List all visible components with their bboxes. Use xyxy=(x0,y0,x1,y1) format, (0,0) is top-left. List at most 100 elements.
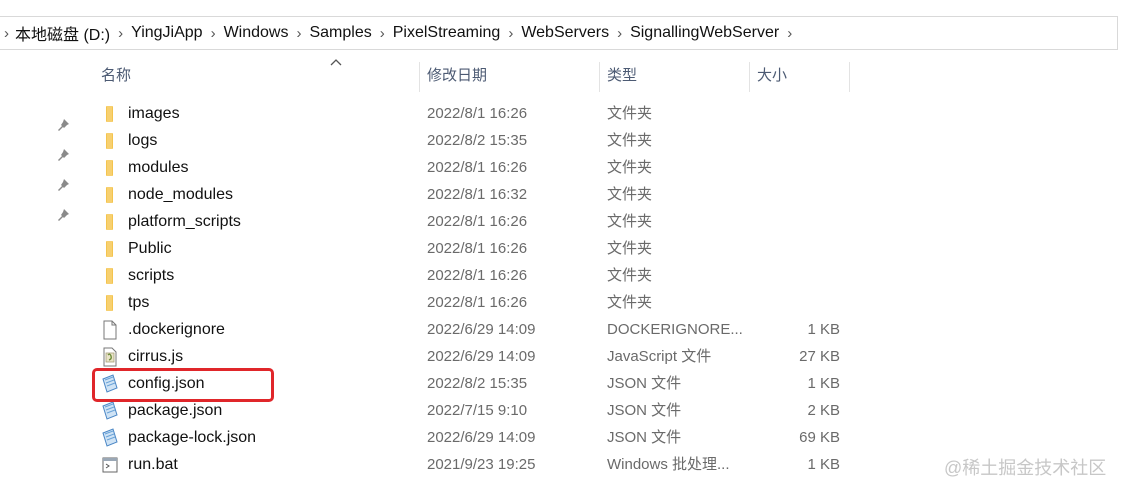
breadcrumb-samples[interactable]: Samples xyxy=(309,24,371,42)
file-name: Public xyxy=(128,240,172,257)
file-type: 文件夹 xyxy=(607,105,653,122)
file-row[interactable]: logs 2022/8/2 15:35 文件夹 xyxy=(80,127,880,154)
chevron-right-icon[interactable]: › xyxy=(118,25,123,42)
folder-icon xyxy=(100,239,120,259)
breadcrumb-drive[interactable]: 本地磁盘 (D:) xyxy=(15,21,110,45)
file-date-modified: 2022/8/1 16:26 xyxy=(427,105,528,122)
file-name: .dockerignore xyxy=(128,321,225,338)
batch-file-icon xyxy=(100,455,120,475)
blank-file-icon xyxy=(100,320,120,340)
file-row[interactable]: run.bat 2021/9/23 19:25 Windows 批处理... 1 KB xyxy=(80,451,880,478)
column-divider[interactable] xyxy=(749,62,750,92)
file-date-modified: 2022/8/2 15:35 xyxy=(427,132,528,149)
file-type: JSON 文件 xyxy=(607,375,682,392)
column-header-name[interactable]: 名称 xyxy=(101,58,131,94)
file-name: platform_scripts xyxy=(128,213,241,230)
file-date-modified: 2022/8/2 15:35 xyxy=(427,375,528,392)
address-bar[interactable]: › 本地磁盘 (D:) › YingJiApp › Windows › Samp… xyxy=(0,16,1118,50)
breadcrumb-webservers[interactable]: WebServers xyxy=(521,24,609,42)
chevron-right-icon[interactable]: › xyxy=(211,25,216,42)
file-name: scripts xyxy=(128,267,175,284)
column-divider[interactable] xyxy=(599,62,600,92)
file-row[interactable]: platform_scripts 2022/8/1 16:26 文件夹 xyxy=(80,208,880,235)
file-row[interactable]: .dockerignore 2022/6/29 14:09 DOCKERIGNORE… xyxy=(80,316,880,343)
folder-icon xyxy=(100,185,120,205)
file-name: images xyxy=(128,105,180,122)
file-type: 文件夹 xyxy=(607,186,653,203)
column-divider[interactable] xyxy=(419,62,420,92)
file-name: node_modules xyxy=(128,186,233,203)
file-date-modified: 2022/8/1 16:26 xyxy=(427,213,528,230)
file-name: cirrus.js xyxy=(128,348,184,365)
file-type: 文件夹 xyxy=(607,213,653,230)
folder-icon xyxy=(100,212,120,232)
file-row[interactable]: Public 2022/8/1 16:26 文件夹 xyxy=(80,235,880,262)
chevron-right-icon[interactable]: › xyxy=(787,25,792,42)
json-file-icon xyxy=(100,428,120,448)
column-divider[interactable] xyxy=(849,62,850,92)
file-date-modified: 2022/8/1 16:32 xyxy=(427,186,528,203)
file-size: 2 KB xyxy=(807,402,840,419)
folder-icon xyxy=(100,104,120,124)
chevron-right-icon[interactable]: › xyxy=(296,25,301,42)
pin-icon[interactable] xyxy=(56,208,70,222)
folder-icon xyxy=(100,293,120,313)
highlight-annotation xyxy=(92,368,274,402)
watermark: @稀土掘金技术社区 xyxy=(944,458,1107,478)
file-date-modified: 2022/8/1 16:26 xyxy=(427,267,528,284)
file-name: tps xyxy=(128,294,150,311)
sort-ascending-icon xyxy=(330,59,342,66)
file-row[interactable]: node_modules 2022/8/1 16:32 文件夹 xyxy=(80,181,880,208)
column-header-date[interactable]: 修改日期 xyxy=(427,58,487,94)
file-row[interactable]: images 2022/8/1 16:26 文件夹 xyxy=(80,100,880,127)
file-row[interactable]: tps 2022/8/1 16:26 文件夹 xyxy=(80,289,880,316)
file-name: modules xyxy=(128,159,189,176)
file-row[interactable]: cirrus.js 2022/6/29 14:09 JavaScript 文件 27 … xyxy=(80,343,880,370)
chevron-right-icon[interactable]: › xyxy=(508,25,513,42)
file-row[interactable]: package-lock.json 2022/6/29 14:09 JSON 文件 6… xyxy=(80,424,880,451)
file-type: 文件夹 xyxy=(607,294,653,311)
folder-icon xyxy=(100,158,120,178)
breadcrumb-windows[interactable]: Windows xyxy=(224,24,289,42)
file-size: 69 KB xyxy=(799,429,840,446)
file-type: 文件夹 xyxy=(607,240,653,257)
file-type: DOCKERIGNORE... xyxy=(607,321,743,338)
navigation-pane xyxy=(0,55,78,495)
file-type: 文件夹 xyxy=(607,159,653,176)
breadcrumb-yingjiapp[interactable]: YingJiApp xyxy=(131,24,202,42)
pin-icon[interactable] xyxy=(56,118,70,132)
breadcrumb-signallingwebserver[interactable]: SignallingWebServer xyxy=(630,24,779,42)
file-date-modified: 2022/8/1 16:26 xyxy=(427,159,528,176)
pin-icon[interactable] xyxy=(56,148,70,162)
chevron-right-icon[interactable]: › xyxy=(4,25,9,42)
folder-icon xyxy=(100,131,120,151)
file-size: 1 KB xyxy=(807,375,840,392)
file-type: JSON 文件 xyxy=(607,429,682,446)
file-date-modified: 2022/6/29 14:09 xyxy=(427,348,536,365)
file-date-modified: 2022/8/1 16:26 xyxy=(427,240,528,257)
file-name: logs xyxy=(128,132,158,149)
file-date-modified: 2022/8/1 16:26 xyxy=(427,294,528,311)
file-name: package-lock.json xyxy=(128,429,257,446)
file-size: 1 KB xyxy=(807,456,840,473)
file-type: 文件夹 xyxy=(607,132,653,149)
file-row[interactable]: scripts 2022/8/1 16:26 文件夹 xyxy=(80,262,880,289)
chevron-right-icon[interactable]: › xyxy=(380,25,385,42)
file-type: 文件夹 xyxy=(607,267,653,284)
file-type: JSON 文件 xyxy=(607,402,682,419)
pin-icon[interactable] xyxy=(56,178,70,192)
column-header-type[interactable]: 类型 xyxy=(607,58,637,94)
file-date-modified: 2021/9/23 19:25 xyxy=(427,456,536,473)
file-type: Windows 批处理... xyxy=(607,456,730,473)
file-row[interactable]: modules 2022/8/1 16:26 文件夹 xyxy=(80,154,880,181)
column-header-bar: 名称 修改日期 类型 大小 xyxy=(80,58,860,94)
breadcrumb-pixelstreaming[interactable]: PixelStreaming xyxy=(393,24,501,42)
chevron-right-icon[interactable]: › xyxy=(617,25,622,42)
file-name: run.bat xyxy=(128,456,178,473)
json-file-icon xyxy=(100,401,120,421)
file-type: JavaScript 文件 xyxy=(607,348,712,365)
file-date-modified: 2022/7/15 9:10 xyxy=(427,402,528,419)
file-date-modified: 2022/6/29 14:09 xyxy=(427,321,536,338)
file-list: images 2022/8/1 16:26 文件夹 logs 2022/8/2 15:3… xyxy=(80,100,880,478)
column-header-size[interactable]: 大小 xyxy=(757,58,787,94)
